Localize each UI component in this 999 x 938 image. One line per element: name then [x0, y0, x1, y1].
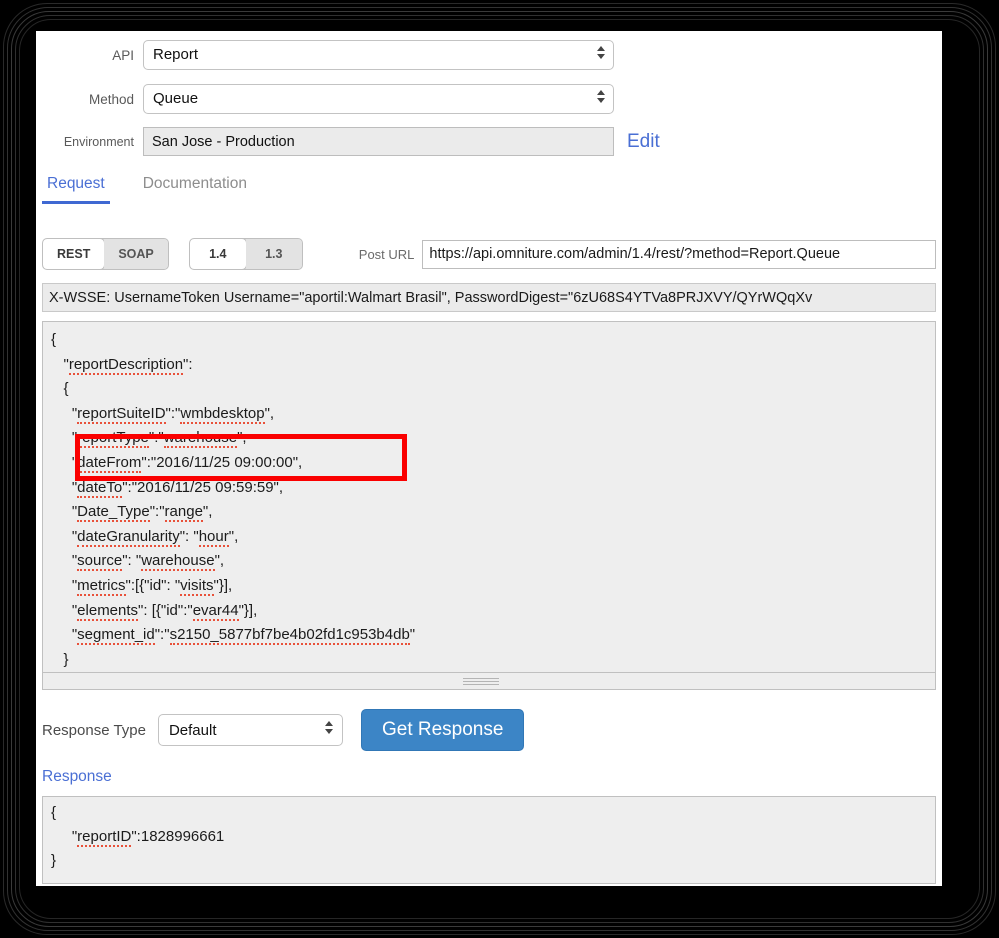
version-toggle-group: 1.4 1.3 [188, 238, 303, 270]
protocol-toggle-group: REST SOAP [42, 238, 169, 270]
api-row: API Report [42, 40, 614, 70]
tab-documentation[interactable]: Documentation [138, 175, 252, 204]
response-type-select[interactable]: Default [157, 714, 343, 746]
request-body-code[interactable]: { "reportDescription": { "reportSuiteID"… [43, 322, 935, 672]
resize-grip-handle[interactable] [463, 678, 499, 685]
edit-environment-link[interactable]: Edit [627, 131, 660, 153]
device-frame: API Report Method Queue Environment Edit [0, 0, 999, 938]
request-body-resize-bar[interactable] [42, 673, 936, 690]
app-screen: API Report Method Queue Environment Edit [36, 31, 942, 886]
tab-request[interactable]: Request [42, 175, 110, 204]
post-url-label: Post URL [358, 246, 415, 262]
api-select-wrap[interactable]: Report [143, 40, 614, 70]
get-response-button[interactable]: Get Response [360, 709, 525, 751]
method-label: Method [88, 91, 134, 107]
api-label: API [112, 47, 134, 63]
response-panel[interactable]: { "reportID":1828996661 } [42, 796, 936, 884]
protocol-rest-button[interactable]: REST [43, 239, 105, 269]
protocol-soap-button[interactable]: SOAP [104, 239, 168, 269]
request-toolbar: REST SOAP 1.4 1.3 Post URL [42, 237, 936, 271]
response-heading: Response [42, 768, 112, 785]
response-controls-row: Response Type Default Get Response [42, 709, 525, 751]
method-select-wrap[interactable]: Queue [143, 84, 614, 114]
version-14-button[interactable]: 1.4 [189, 239, 246, 269]
method-select[interactable]: Queue [143, 84, 614, 114]
version-13-button[interactable]: 1.3 [245, 239, 302, 269]
post-url-input[interactable] [422, 239, 936, 269]
environment-label: Environment [63, 134, 134, 149]
wsse-header-input[interactable] [42, 283, 936, 312]
environment-row: Environment Edit [42, 127, 660, 156]
request-body-panel[interactable]: { "reportDescription": { "reportSuiteID"… [42, 321, 936, 673]
api-select[interactable]: Report [143, 40, 614, 70]
method-row: Method Queue [42, 84, 614, 114]
tab-bar: Request Documentation [42, 175, 252, 204]
response-type-label: Response Type [42, 721, 146, 739]
response-code[interactable]: { "reportID":1828996661 } [43, 797, 935, 877]
response-type-select-wrap[interactable]: Default [157, 714, 343, 746]
environment-field[interactable] [143, 127, 614, 156]
